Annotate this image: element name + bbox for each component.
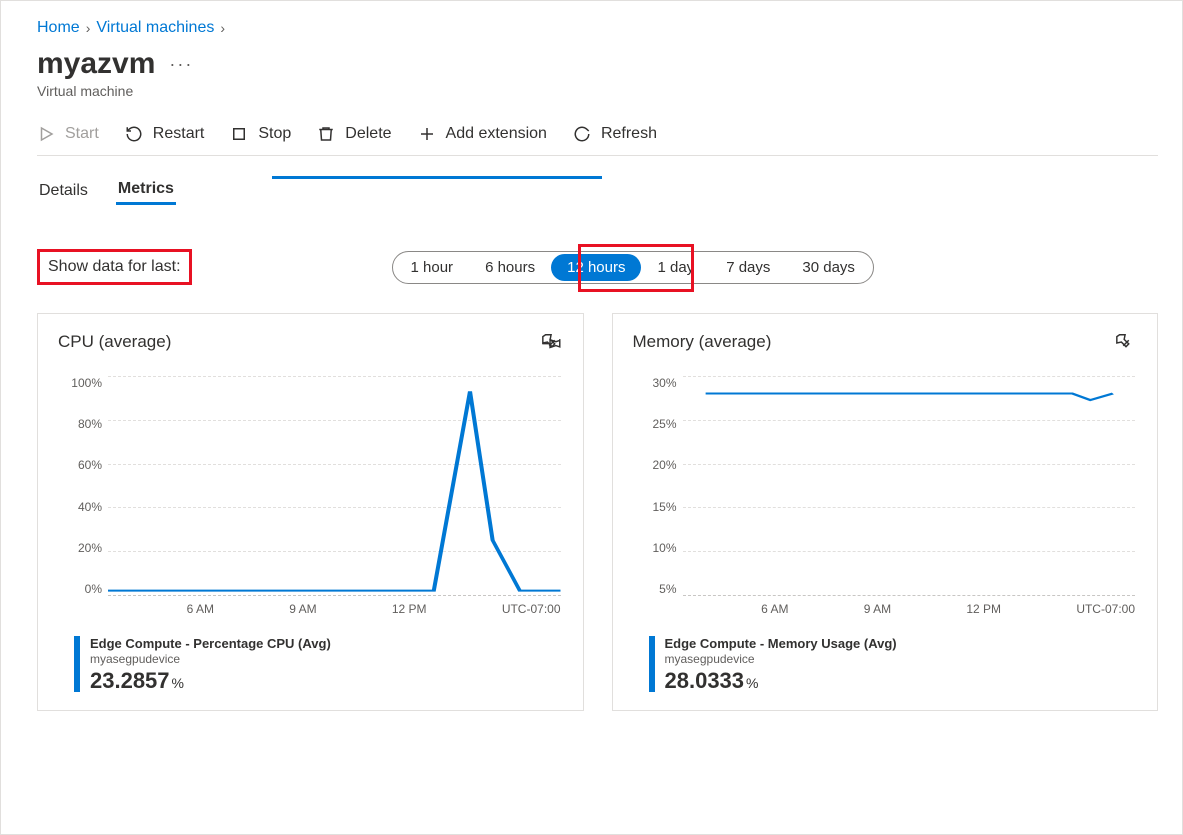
tab-details[interactable]: Details <box>37 178 90 204</box>
legend-summary-value: 23.2857% <box>90 668 331 694</box>
chevron-right-icon: › <box>220 20 225 36</box>
stop-button[interactable]: Stop <box>230 125 291 143</box>
play-icon <box>37 125 55 143</box>
breadcrumb-vms[interactable]: Virtual machines <box>96 19 214 37</box>
pill-6hours[interactable]: 6 hours <box>469 254 551 281</box>
chart-title-memory: Memory (average) <box>633 332 1142 352</box>
breadcrumb-home[interactable]: Home <box>37 19 80 37</box>
chart-card-memory: Memory (average) 30% 25% 20% 15% 10% 5% <box>612 313 1159 711</box>
chart-legend-cpu: Edge Compute - Percentage CPU (Avg) myas… <box>74 636 567 694</box>
pill-30days[interactable]: 30 days <box>786 254 871 281</box>
stop-icon <box>230 125 248 143</box>
pill-1hour[interactable]: 1 hour <box>395 254 470 281</box>
filter-label-highlight: Show data for last: <box>37 249 192 285</box>
pill-1day[interactable]: 1 day <box>641 254 710 281</box>
memory-line-series <box>683 376 1136 595</box>
more-actions-icon[interactable]: ··· <box>169 54 193 75</box>
tab-metrics[interactable]: Metrics <box>116 176 176 205</box>
add-extension-button[interactable]: Add extension <box>418 125 547 143</box>
legend-color-bar <box>649 636 655 692</box>
page-title: myazvm <box>37 47 155 81</box>
pin-icon[interactable] <box>541 332 563 357</box>
legend-series-name: Edge Compute - Percentage CPU (Avg) <box>90 636 331 651</box>
plot-area-cpu[interactable] <box>108 376 561 596</box>
refresh-icon <box>573 125 591 143</box>
chart-body-cpu: 100% 80% 60% 40% 20% 0% <box>58 376 567 616</box>
start-button: Start <box>37 125 99 143</box>
x-axis-labels: . 6 AM 9 AM 12 PM UTC-07:00 <box>108 602 561 616</box>
chevron-right-icon: › <box>86 20 91 36</box>
chart-card-cpu: CPU (average) 100% 80% 60% 40% 20% 0% <box>37 313 584 711</box>
y-axis-labels: 30% 25% 20% 15% 10% 5% <box>633 376 677 596</box>
legend-device-name: myasegpudevice <box>90 652 331 666</box>
chart-body-memory: 30% 25% 20% 15% 10% 5% <box>633 376 1142 616</box>
restart-icon <box>125 125 143 143</box>
pill-7days[interactable]: 7 days <box>710 254 786 281</box>
tabs: Details Metrics <box>37 176 1158 205</box>
chart-legend-memory: Edge Compute - Memory Usage (Avg) myaseg… <box>649 636 1142 694</box>
time-range-selector: 1 hour 6 hours 12 hours 1 day 7 days 30 … <box>392 251 874 284</box>
page-subtitle: Virtual machine <box>37 83 1158 99</box>
chart-title-cpu: CPU (average) <box>58 332 567 352</box>
plot-area-memory[interactable] <box>683 376 1136 596</box>
plus-icon <box>418 125 436 143</box>
cpu-line-series <box>108 376 561 595</box>
tab-indicator-bar <box>272 176 602 179</box>
trash-icon <box>317 125 335 143</box>
x-axis-labels: . 6 AM 9 AM 12 PM UTC-07:00 <box>683 602 1136 616</box>
toolbar: Start Restart Stop Delete Add extension … <box>37 125 1158 156</box>
legend-device-name: myasegpudevice <box>665 652 897 666</box>
legend-color-bar <box>74 636 80 692</box>
legend-summary-value: 28.0333% <box>665 668 897 694</box>
refresh-button[interactable]: Refresh <box>573 125 657 143</box>
legend-series-name: Edge Compute - Memory Usage (Avg) <box>665 636 897 651</box>
y-axis-labels: 100% 80% 60% 40% 20% 0% <box>58 376 102 596</box>
delete-button[interactable]: Delete <box>317 125 391 143</box>
time-filter-row: Show data for last: 1 hour 6 hours 12 ho… <box>37 249 1158 285</box>
pin-icon[interactable] <box>1115 332 1137 357</box>
restart-button[interactable]: Restart <box>125 125 205 143</box>
breadcrumb: Home › Virtual machines › <box>37 19 1158 37</box>
pill-12hours[interactable]: 12 hours <box>551 254 641 281</box>
charts-container: CPU (average) 100% 80% 60% 40% 20% 0% <box>37 313 1158 711</box>
